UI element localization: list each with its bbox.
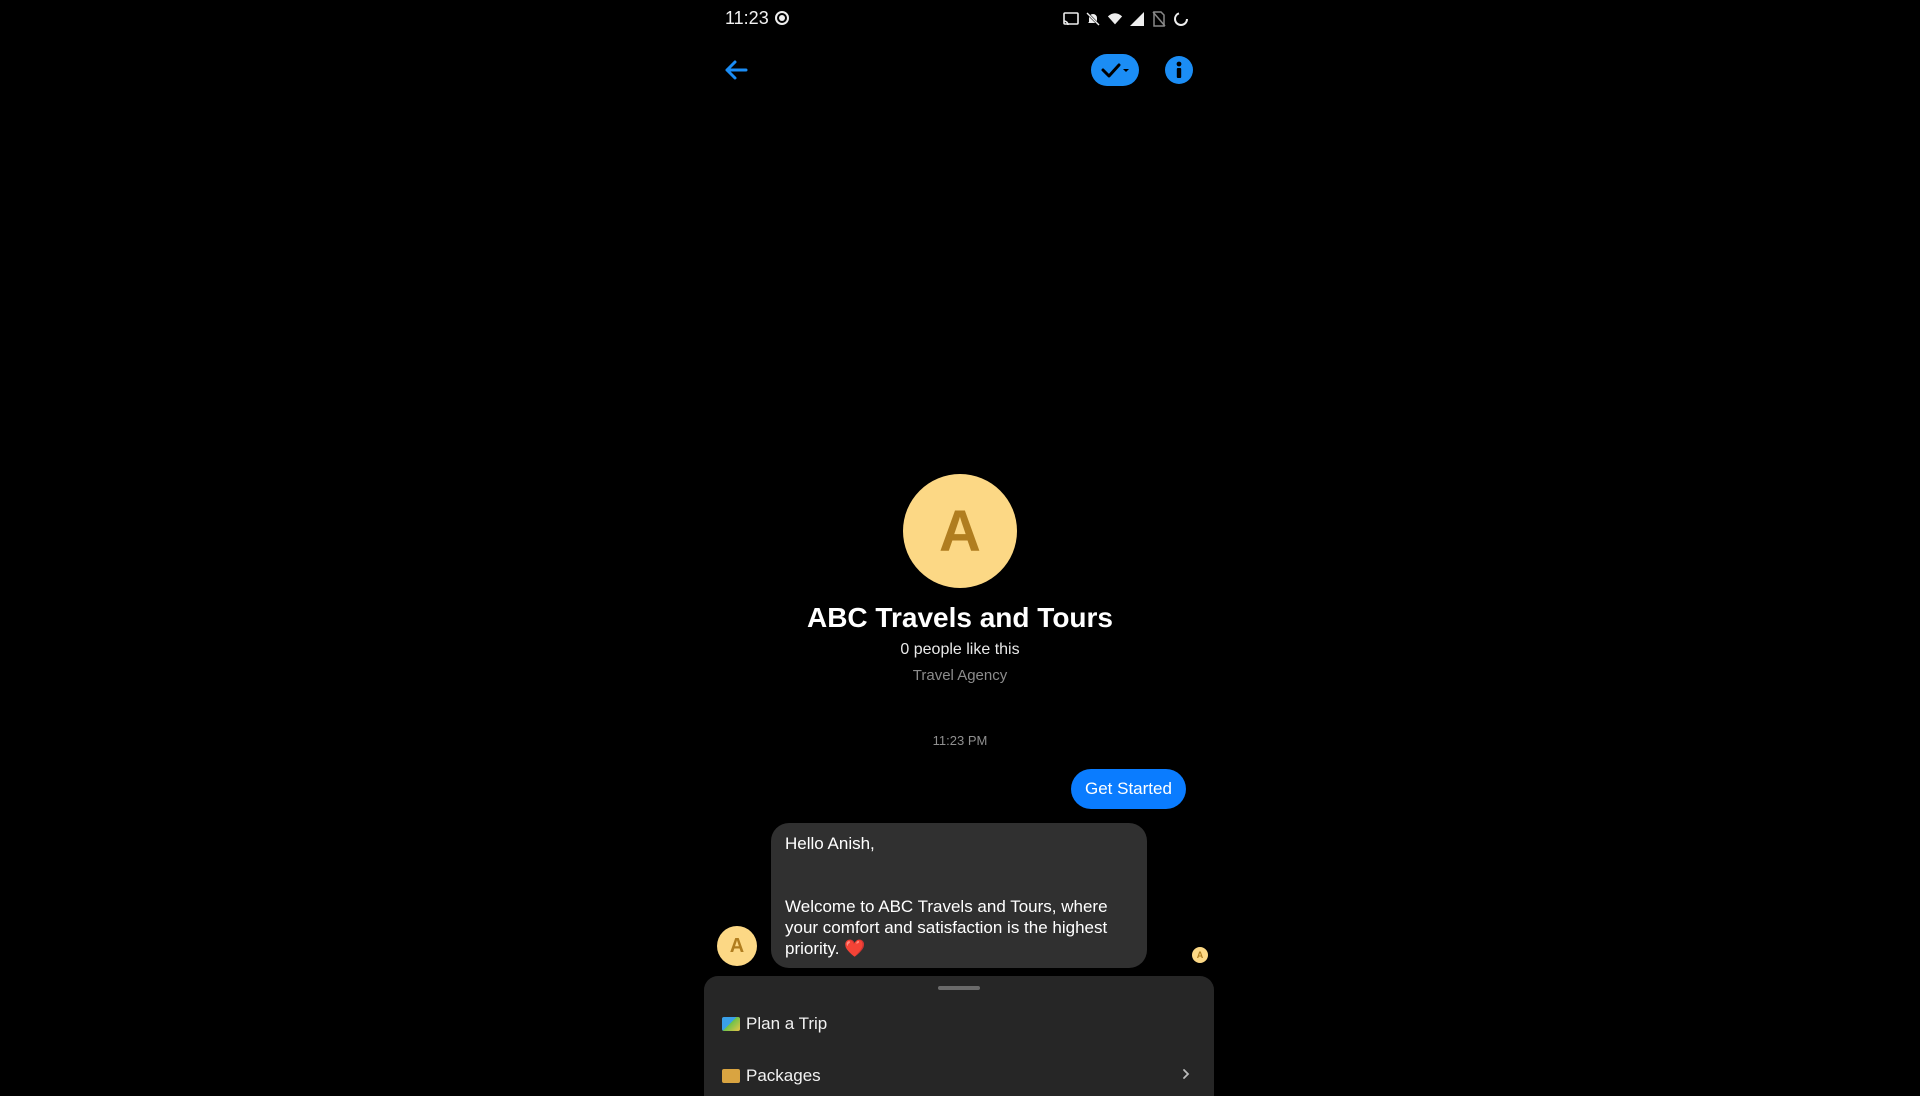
page-category: Travel Agency (912, 667, 1008, 684)
bot-message-body: Welcome to ABC Travels and Tours, where … (785, 897, 1108, 958)
status-time: 11:23 (725, 8, 769, 28)
likes-count: 0 people like this (900, 641, 1020, 658)
mute-bell-icon (1085, 11, 1101, 27)
no-sim-icon (1151, 11, 1167, 27)
menu-item-plan-a-trip[interactable]: Plan a Trip (722, 1014, 1192, 1034)
cast-icon (1063, 11, 1079, 27)
page-title: ABC Travels and Tours (806, 602, 1113, 633)
info-button[interactable] (1165, 56, 1193, 84)
menu-item-label: Packages (746, 1066, 821, 1085)
verified-dropdown-button[interactable] (1091, 54, 1139, 86)
bot-message-bubble[interactable]: Hello Anish, Welcome to ABC Travels and … (771, 823, 1147, 968)
wifi-icon (1107, 11, 1123, 27)
package-emoji-icon (722, 1069, 740, 1083)
map-emoji-icon (722, 1017, 740, 1031)
menu-item-label: Plan a Trip (746, 1014, 828, 1033)
status-icons (1063, 10, 1189, 28)
persistent-menu-sheet[interactable]: Plan a Trip Packages (704, 976, 1214, 1096)
signal-icon (1129, 11, 1145, 27)
info-icon (1176, 61, 1182, 78)
menu-item-packages[interactable]: Packages (722, 1066, 1192, 1086)
loading-icon (1173, 11, 1189, 27)
seen-indicator-avatar: A (1192, 947, 1208, 963)
sheet-drag-handle[interactable] (938, 986, 980, 990)
page-avatar[interactable]: A (903, 474, 1017, 588)
chevron-right-icon (1183, 1069, 1190, 1079)
bot-avatar: A (717, 926, 757, 966)
check-dropdown-icon (1101, 63, 1129, 78)
bot-message-greeting: Hello Anish, (785, 834, 875, 853)
screen-record-icon (775, 11, 789, 25)
message-timestamp: 11:23 PM (932, 733, 988, 748)
back-button[interactable] (720, 54, 752, 86)
back-arrow-icon (725, 60, 748, 80)
user-message-bubble[interactable]: Get Started (1071, 769, 1186, 809)
